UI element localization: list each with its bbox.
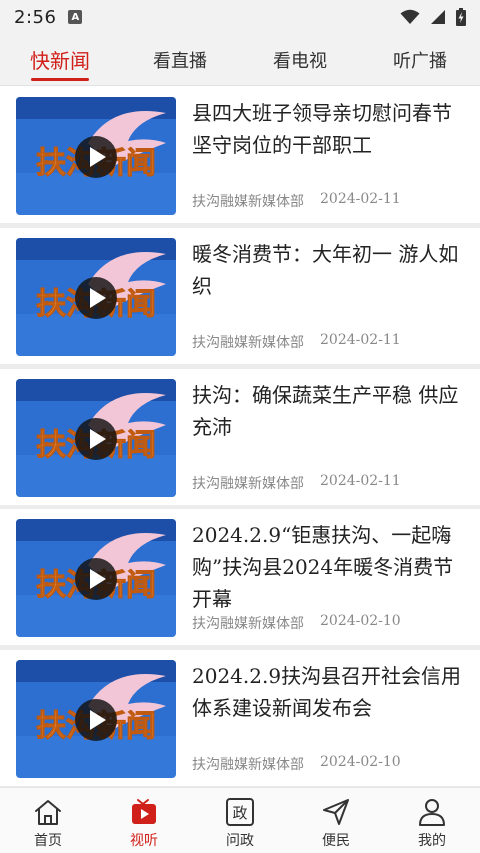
tab-label: 听广播: [393, 50, 447, 72]
zheng-icon: 政: [224, 796, 256, 828]
nav-mine[interactable]: 我的: [384, 788, 480, 853]
tab-label: 快新闻: [30, 49, 90, 73]
news-item[interactable]: 扶沟新闻 2024.2.9“钜惠扶沟、一起嗨购”扶沟县2024年暖冬消费节开幕 …: [0, 509, 480, 645]
tab-kuai-xinwen[interactable]: 快新闻: [0, 34, 120, 85]
send-icon: [320, 796, 352, 828]
nav-label: 我的: [418, 833, 446, 849]
news-item[interactable]: 扶沟新闻 扶沟：确保蔬菜生产平稳 供应充沛 扶沟融媒新媒体部 2024-02-1…: [0, 369, 480, 505]
news-meta: 扶沟融媒新媒体部 2024-02-11: [192, 332, 401, 352]
news-title: 扶沟：确保蔬菜生产平稳 供应充沛: [192, 383, 459, 439]
news-meta: 扶沟融媒新媒体部 2024-02-11: [192, 191, 401, 211]
news-date: 2024-02-11: [320, 332, 401, 348]
news-item[interactable]: 扶沟新闻 暖冬消费节：大年初一 游人如织 扶沟融媒新媒体部 2024-02-11: [0, 228, 480, 364]
nav-label: 便民: [322, 833, 350, 849]
nav-home[interactable]: 首页: [0, 788, 96, 853]
news-source: 扶沟融媒新媒体部: [192, 335, 304, 351]
tv-play-icon: [128, 796, 160, 828]
nav-bianmin[interactable]: 便民: [288, 788, 384, 853]
nav-wenzheng[interactable]: 政 问政: [192, 788, 288, 853]
video-thumbnail[interactable]: 扶沟新闻: [16, 379, 176, 497]
tab-label: 看电视: [273, 50, 327, 72]
news-source: 扶沟融媒新媒体部: [192, 757, 304, 773]
notification-icon: A: [68, 10, 83, 24]
status-icons: [400, 8, 466, 26]
wifi-icon: [400, 9, 420, 24]
news-list[interactable]: 扶沟新闻 县四大班子领导亲切慰问春节坚守岗位的干部职工 扶沟融媒新媒体部 202…: [0, 87, 480, 787]
news-source: 扶沟融媒新媒体部: [192, 476, 304, 492]
video-thumbnail[interactable]: 扶沟新闻: [16, 97, 176, 215]
nav-label: 问政: [226, 833, 254, 849]
video-thumbnail[interactable]: 扶沟新闻: [16, 660, 176, 778]
news-item[interactable]: 扶沟新闻 2024.2.9扶沟县召开社会信用体系建设新闻发布会 扶沟融媒新媒体部…: [0, 650, 480, 786]
news-title: 2024.2.9扶沟县召开社会信用体系建设新闻发布会: [192, 664, 462, 720]
nav-shiting[interactable]: 视听: [96, 788, 192, 853]
news-date: 2024-02-10: [320, 613, 401, 629]
news-date: 2024-02-11: [320, 191, 401, 207]
home-icon: [32, 796, 64, 828]
news-meta: 扶沟融媒新媒体部 2024-02-11: [192, 473, 401, 493]
news-title: 暖冬消费节：大年初一 游人如织: [192, 242, 459, 298]
tab-label: 看直播: [153, 50, 207, 72]
news-title: 2024.2.9“钜惠扶沟、一起嗨购”扶沟县2024年暖冬消费节开幕: [192, 523, 454, 611]
bottom-nav: 首页 视听 政 问政 便民 我的: [0, 787, 480, 853]
signal-icon: [431, 10, 445, 24]
tab-ting-guangbo[interactable]: 听广播: [360, 34, 480, 85]
video-thumbnail[interactable]: 扶沟新闻: [16, 519, 176, 637]
user-icon: [416, 796, 448, 828]
battery-icon: [456, 8, 466, 26]
news-source: 扶沟融媒新媒体部: [192, 616, 304, 632]
tab-active-indicator: [31, 78, 89, 81]
tab-kan-zhibo[interactable]: 看直播: [120, 34, 240, 85]
nav-label: 视听: [130, 833, 158, 849]
news-meta: 扶沟融媒新媒体部 2024-02-10: [192, 613, 401, 633]
video-thumbnail[interactable]: 扶沟新闻: [16, 238, 176, 356]
top-tabs: 快新闻 看直播 看电视 听广播: [0, 34, 480, 86]
status-bar: 2:56 A: [0, 0, 480, 34]
news-meta: 扶沟融媒新媒体部 2024-02-10: [192, 754, 401, 774]
tab-kan-dianshi[interactable]: 看电视: [240, 34, 360, 85]
nav-label: 首页: [34, 833, 62, 849]
news-title: 县四大班子领导亲切慰问春节坚守岗位的干部职工: [192, 101, 452, 157]
news-item[interactable]: 扶沟新闻 县四大班子领导亲切慰问春节坚守岗位的干部职工 扶沟融媒新媒体部 202…: [0, 87, 480, 223]
news-date: 2024-02-10: [320, 754, 401, 770]
news-source: 扶沟融媒新媒体部: [192, 194, 304, 210]
news-date: 2024-02-11: [320, 473, 401, 489]
svg-text:政: 政: [232, 804, 247, 822]
status-time: 2:56: [14, 6, 57, 28]
